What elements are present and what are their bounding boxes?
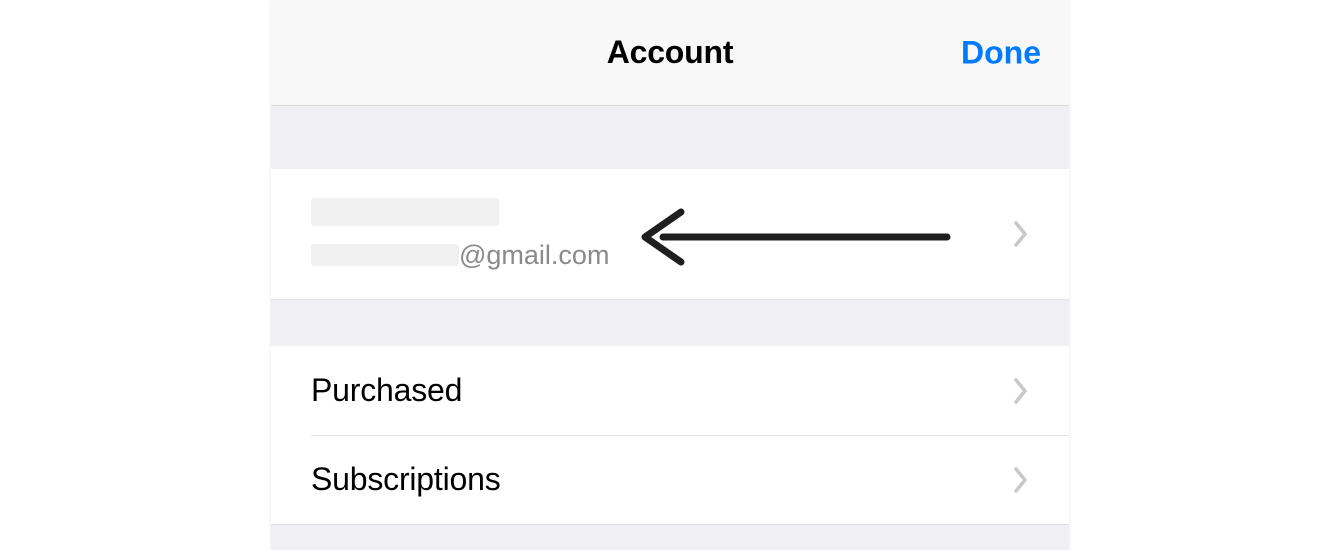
account-email-line: @gmail.com — [311, 240, 609, 271]
done-button[interactable]: Done — [961, 34, 1041, 71]
redacted-name-placeholder — [311, 198, 499, 226]
apple-id-cell[interactable]: @gmail.com — [271, 168, 1069, 300]
account-settings-panel: Account Done @gmail.com Purchased — [271, 0, 1069, 550]
section-spacer — [271, 106, 1069, 168]
email-domain-text: @gmail.com — [459, 240, 609, 271]
redacted-email-placeholder — [311, 244, 459, 266]
subscriptions-row[interactable]: Subscriptions — [271, 435, 1069, 524]
navigation-bar: Account Done — [271, 0, 1069, 106]
annotation-arrow-icon — [635, 202, 955, 272]
section-spacer — [271, 300, 1069, 345]
chevron-right-icon — [1013, 466, 1029, 494]
chevron-right-icon — [1013, 220, 1029, 248]
purchased-row[interactable]: Purchased — [271, 346, 1069, 435]
account-info: @gmail.com — [311, 198, 609, 271]
row-label: Subscriptions — [311, 461, 501, 498]
section-spacer — [271, 524, 1069, 550]
chevron-right-icon — [1013, 377, 1029, 405]
row-label: Purchased — [311, 372, 462, 409]
page-title: Account — [607, 34, 734, 71]
purchases-group: Purchased Subscriptions — [271, 345, 1069, 524]
